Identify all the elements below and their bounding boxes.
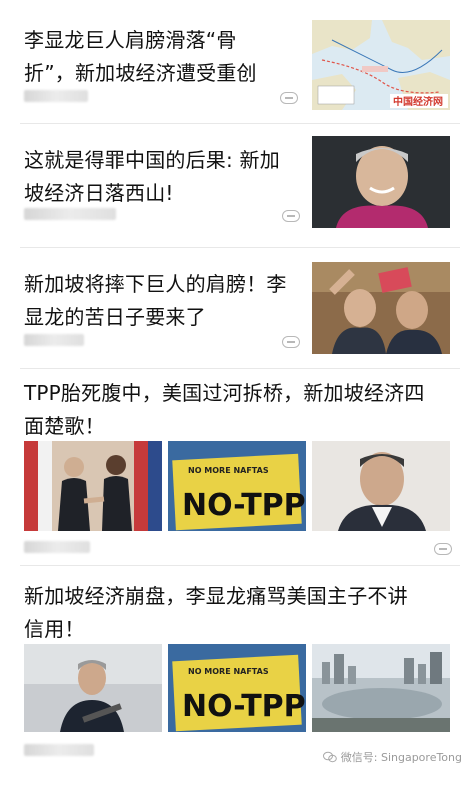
article-thumbnail[interactable] bbox=[312, 136, 450, 228]
article-image-3[interactable] bbox=[312, 441, 450, 531]
dismiss-icon[interactable] bbox=[280, 92, 298, 104]
article-item-1[interactable]: 李显龙巨人肩膀滑落“骨 折”，新加坡经济遭受重创 中国经济网 bbox=[0, 0, 474, 118]
article-image-2[interactable]: NO MORE NAFTAS NO-TPP bbox=[168, 441, 306, 531]
article-source-meta bbox=[24, 334, 84, 346]
article-title[interactable]: 李显龙巨人肩膀滑落“骨 折”，新加坡经济遭受重创 bbox=[24, 24, 294, 90]
map-image: 中国经济网 bbox=[312, 20, 450, 110]
portrait-photo bbox=[312, 136, 450, 228]
selfie-photo bbox=[312, 262, 450, 354]
article-thumbnail[interactable]: 中国经济网 bbox=[312, 20, 450, 110]
article-image-3[interactable] bbox=[312, 644, 450, 732]
article-title[interactable]: 新加坡将摔下巨人的肩膀！李 显龙的苦日子要来了 bbox=[24, 268, 304, 334]
svg-text:中国经济网: 中国经济网 bbox=[393, 95, 443, 108]
watermark-text: 微信号: SingaporeTong bbox=[340, 751, 462, 764]
dismiss-icon[interactable] bbox=[282, 210, 300, 222]
dismiss-icon[interactable] bbox=[282, 336, 300, 348]
dismiss-icon[interactable] bbox=[434, 543, 452, 555]
protest-sign-photo: NO MORE NAFTAS NO-TPP bbox=[168, 441, 306, 531]
article-image-1[interactable] bbox=[24, 644, 162, 732]
article-item-4[interactable]: TPP胎死腹中，美国过河拆桥，新加坡经济四 面楚歌！ NO MORE NAFTA… bbox=[0, 369, 474, 564]
article-thumbnail[interactable] bbox=[312, 262, 450, 354]
svg-text:NO MORE NAFTAS: NO MORE NAFTAS bbox=[188, 466, 269, 475]
article-title[interactable]: TPP胎死腹中，美国过河拆桥，新加坡经济四 面楚歌！ bbox=[24, 377, 454, 443]
cityscape-photo bbox=[312, 644, 450, 732]
article-image-1[interactable] bbox=[24, 441, 162, 531]
speaker-photo bbox=[24, 644, 162, 732]
article-source-meta bbox=[24, 541, 90, 553]
article-title[interactable]: 这就是得罪中国的后果: 新加 坡经济日落西山! bbox=[24, 144, 304, 210]
article-title[interactable]: 新加坡经济崩盘，李显龙痛骂美国主子不讲 信用！ bbox=[24, 580, 454, 646]
protest-sign-photo: NO MORE NAFTAS NO-TPP bbox=[168, 644, 306, 732]
article-source-meta bbox=[24, 90, 88, 102]
article-source-meta bbox=[24, 208, 116, 220]
article-source-meta bbox=[24, 744, 94, 756]
svg-text:NO MORE NAFTAS: NO MORE NAFTAS bbox=[188, 667, 269, 676]
wechat-watermark: 微信号: SingaporeTong bbox=[322, 749, 462, 765]
handshake-photo bbox=[24, 441, 162, 531]
svg-text:NO-TPP: NO-TPP bbox=[182, 689, 306, 724]
article-item-3[interactable]: 新加坡将摔下巨人的肩膀！李 显龙的苦日子要来了 bbox=[0, 248, 474, 366]
article-item-2[interactable]: 这就是得罪中国的后果: 新加 坡经济日落西山! bbox=[0, 124, 474, 242]
svg-text:NO-TPP: NO-TPP bbox=[182, 488, 306, 523]
portrait-photo bbox=[312, 441, 450, 531]
article-image-2[interactable]: NO MORE NAFTAS NO-TPP bbox=[168, 644, 306, 732]
wechat-icon bbox=[322, 751, 337, 763]
